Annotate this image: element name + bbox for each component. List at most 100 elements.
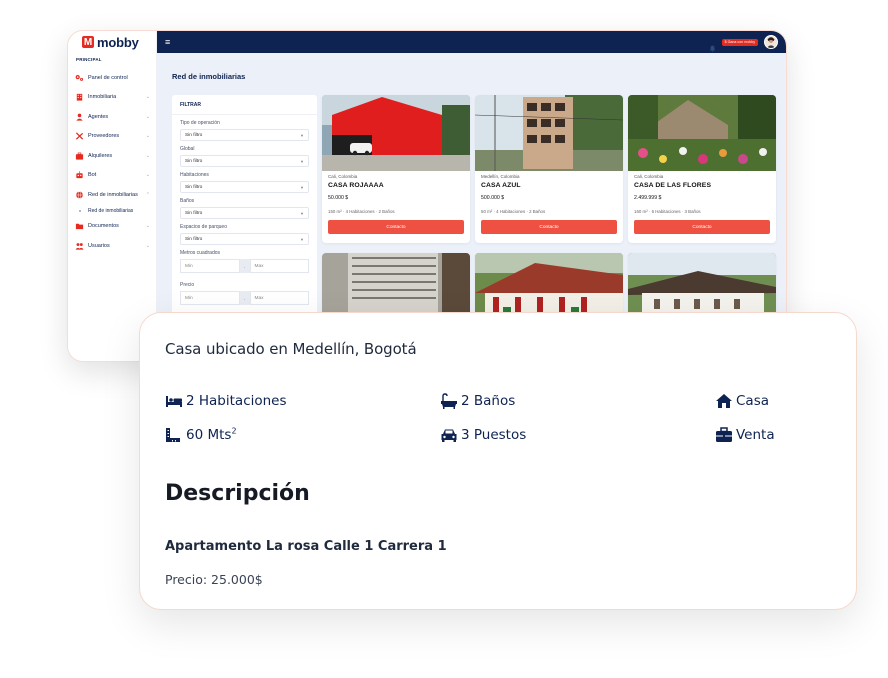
filter-heading: FILTRAR (172, 95, 317, 115)
property-card[interactable]: Cali, Colombia CASA DE LAS FLORES 2.499.… (628, 95, 776, 243)
chevron-down-icon: ▼ (300, 184, 304, 190)
sidebar-item-label: Inmobiliaria (88, 94, 117, 101)
sidebar-section-label: PRINCIPAL (76, 57, 102, 62)
sidebar-item-label: Documentos (88, 223, 119, 230)
contact-button[interactable]: Contacto (328, 220, 464, 234)
filter-global: Global Sin filtro ▼ (172, 146, 317, 167)
tools-icon (75, 132, 84, 140)
card-title: CASA AZUL (481, 182, 521, 189)
property-photo (475, 95, 623, 171)
property-card[interactable]: Medellín, Colombia CASA AZUL 500.000 $ 5… (475, 95, 623, 243)
area-value: 60 Mts (186, 427, 232, 443)
sidebar-item-bot[interactable]: Bot ⌄ (68, 166, 156, 186)
card-price: 500.000 $ (481, 195, 505, 201)
sidebar-nav: Panel de control Inmobiliaria ⌄ Agentes … (68, 68, 156, 256)
max-input[interactable]: Max (249, 259, 309, 273)
feature-parking-label: 3 Puestos (461, 427, 527, 443)
filter-label: Habitaciones (180, 172, 209, 178)
parking-select[interactable]: Sin filtro ▼ (180, 233, 309, 245)
contact-button[interactable]: Contacto (634, 220, 770, 234)
sidebar-item-red-inmobiliarias[interactable]: Red de inmobiliarias ⌃ (68, 185, 156, 205)
filter-price: Precio Min - Max (172, 282, 317, 305)
feature-rooms: 2 Habitaciones (165, 393, 287, 409)
rooms-select[interactable]: Sin filtro ▼ (180, 181, 309, 193)
range-separator: - (239, 259, 250, 273)
chevron-down-icon: ⌄ (145, 94, 150, 101)
stage: M mobby PRINCIPAL Panel de control Inmob… (0, 0, 888, 678)
card-price: 50.000 $ (328, 195, 349, 201)
topbar: ≡ $ Gana con mobby (157, 31, 786, 53)
card-body: Cali, Colombia CASA ROJAAAA 50.000 $ 150… (322, 171, 470, 237)
feature-parking: 3 Puestos (440, 427, 526, 443)
sidebar-item-label: Panel de control (88, 74, 128, 81)
sidebar: M mobby PRINCIPAL Panel de control Inmob… (68, 31, 157, 361)
sidebar-item-label: Usuarios (88, 242, 110, 249)
global-select[interactable]: Sin filtro ▼ (180, 155, 309, 167)
max-input[interactable]: Max (249, 291, 309, 305)
sidebar-item-inmobiliaria[interactable]: Inmobiliaria ⌄ (68, 88, 156, 108)
baths-select[interactable]: Sin filtro ▼ (180, 207, 309, 219)
description-subtitle: Apartamento La rosa Calle 1 Carrera 1 (165, 539, 447, 554)
sidebar-item-label: Agentes (88, 113, 109, 120)
home-icon (716, 394, 732, 408)
filter-parking: Espacios de parqueo Sin filtro ▼ (172, 224, 317, 245)
chevron-down-icon: ⌄ (145, 113, 150, 120)
avatar[interactable] (764, 35, 778, 49)
chevron-down-icon: ⌄ (145, 152, 150, 159)
property-detail-card: Casa ubicado en Medellín, Bogotá 2 Habit… (139, 312, 857, 610)
min-input[interactable]: Min (180, 291, 240, 305)
sidebar-item-proveedores[interactable]: Proveedores ⌄ (68, 127, 156, 147)
area-unit-exponent: 2 (231, 426, 237, 436)
min-input[interactable]: Min (180, 259, 240, 273)
select-value: Sin filtro (185, 158, 203, 164)
feature-area-label: 60 Mts2 (186, 427, 237, 443)
chevron-down-icon: ▼ (300, 158, 304, 164)
chevron-down-icon: ⌄ (145, 133, 150, 140)
bath-icon (441, 393, 457, 409)
filter-label: Tipo de operación (180, 120, 220, 126)
bell-icon[interactable] (709, 39, 716, 52)
feature-baths: 2 Baños (440, 393, 515, 409)
feature-area: 60 Mts2 (165, 427, 237, 443)
logo[interactable]: M mobby (68, 31, 156, 53)
earn-with-mobby-button[interactable]: $ Gana con mobby (721, 38, 758, 46)
card-title: CASA ROJAAAA (328, 182, 384, 189)
filter-rooms: Habitaciones Sin filtro ▼ (172, 172, 317, 193)
contact-button[interactable]: Contacto (481, 220, 617, 234)
chevron-down-icon: ⌄ (145, 242, 150, 249)
sidebar-item-label: Bot (88, 172, 97, 179)
card-title: CASA DE LAS FLORES (634, 182, 712, 189)
sidebar-item-panel[interactable]: Panel de control (68, 68, 156, 88)
sidebar-item-documentos[interactable]: Documentos ⌄ (68, 217, 156, 237)
chevron-down-icon: ▼ (300, 210, 304, 216)
card-body: Medellín, Colombia CASA AZUL 500.000 $ 5… (475, 171, 623, 237)
sidebar-subitem-red-inmobiliarias[interactable]: Red de inmobiliarias (68, 205, 156, 217)
chevron-up-icon: ⌃ (145, 191, 150, 198)
ruler-icon (166, 428, 180, 442)
filter-label: Metros cuadrados (180, 250, 221, 256)
property-card[interactable]: Cali, Colombia CASA ROJAAAA 50.000 $ 150… (322, 95, 470, 243)
select-value: Sin filtro (185, 210, 203, 216)
range-separator: - (239, 291, 250, 305)
card-location: Medellín, Colombia (481, 174, 520, 179)
sidebar-item-agentes[interactable]: Agentes ⌄ (68, 107, 156, 127)
select-value: Sin filtro (185, 236, 203, 242)
square-meters-range: Min - Max (180, 259, 309, 273)
feature-operation: Venta (715, 427, 775, 443)
car-icon (441, 429, 457, 442)
folder-icon (75, 222, 84, 230)
filter-label: Global (180, 146, 195, 152)
price-range: Min - Max (180, 291, 309, 305)
detail-location: Casa ubicado en Medellín, Bogotá (165, 340, 417, 358)
sidebar-item-label: Red de inmobiliarias (88, 191, 138, 198)
filter-label: Precio (180, 282, 195, 288)
chevron-down-icon: ▼ (300, 132, 304, 138)
operation-type-select[interactable]: Sin filtro ▼ (180, 129, 309, 141)
sidebar-item-usuarios[interactable]: Usuarios ⌄ (68, 236, 156, 256)
menu-icon[interactable]: ≡ (165, 37, 170, 47)
sidebar-item-alquileres[interactable]: Alquileres ⌄ (68, 146, 156, 166)
globe-icon (75, 191, 84, 199)
feature-rooms-label: 2 Habitaciones (186, 393, 287, 409)
logo-mark: M (82, 36, 94, 48)
description-heading: Descripción (165, 481, 310, 506)
